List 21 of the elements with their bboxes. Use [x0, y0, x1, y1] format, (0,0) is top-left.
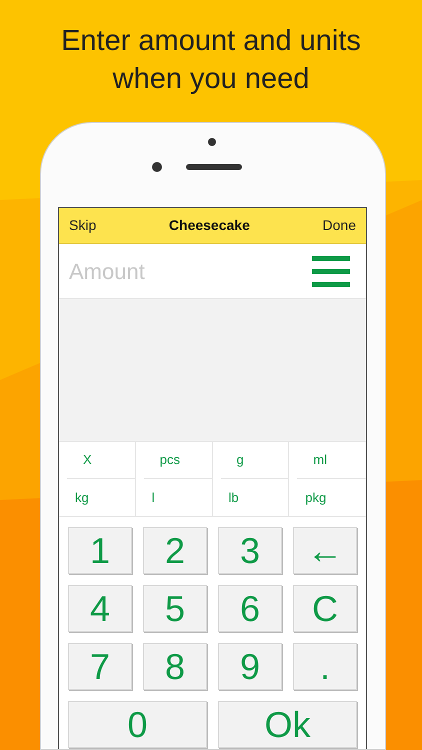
- keypad-key[interactable]: 8: [143, 643, 207, 690]
- keypad-key[interactable]: ←: [293, 527, 357, 574]
- done-button[interactable]: Done: [322, 215, 356, 236]
- headline: Enter amount and units when you need: [60, 24, 362, 97]
- keypad-key[interactable]: 5: [143, 585, 207, 632]
- menu-icon[interactable]: [312, 256, 350, 286]
- keypad-key[interactable]: 9: [218, 643, 282, 690]
- keypad-key[interactable]: 1: [68, 527, 132, 574]
- keypad-key[interactable]: 3: [218, 527, 282, 574]
- keypad-key[interactable]: 4: [68, 585, 132, 632]
- keypad-key[interactable]: Ok: [218, 701, 357, 748]
- camera-lens: [152, 162, 162, 172]
- keypad-key[interactable]: 0: [68, 701, 207, 748]
- speaker-slot: [186, 164, 242, 170]
- keypad-key[interactable]: 2: [143, 527, 207, 574]
- keypad-key[interactable]: 7: [68, 643, 132, 690]
- keypad-key[interactable]: C: [293, 585, 357, 632]
- keypad-key[interactable]: .: [293, 643, 357, 690]
- skip-button[interactable]: Skip: [69, 215, 96, 236]
- nav-title: Cheesecake: [168, 216, 250, 235]
- keypad-key[interactable]: 6: [218, 585, 282, 632]
